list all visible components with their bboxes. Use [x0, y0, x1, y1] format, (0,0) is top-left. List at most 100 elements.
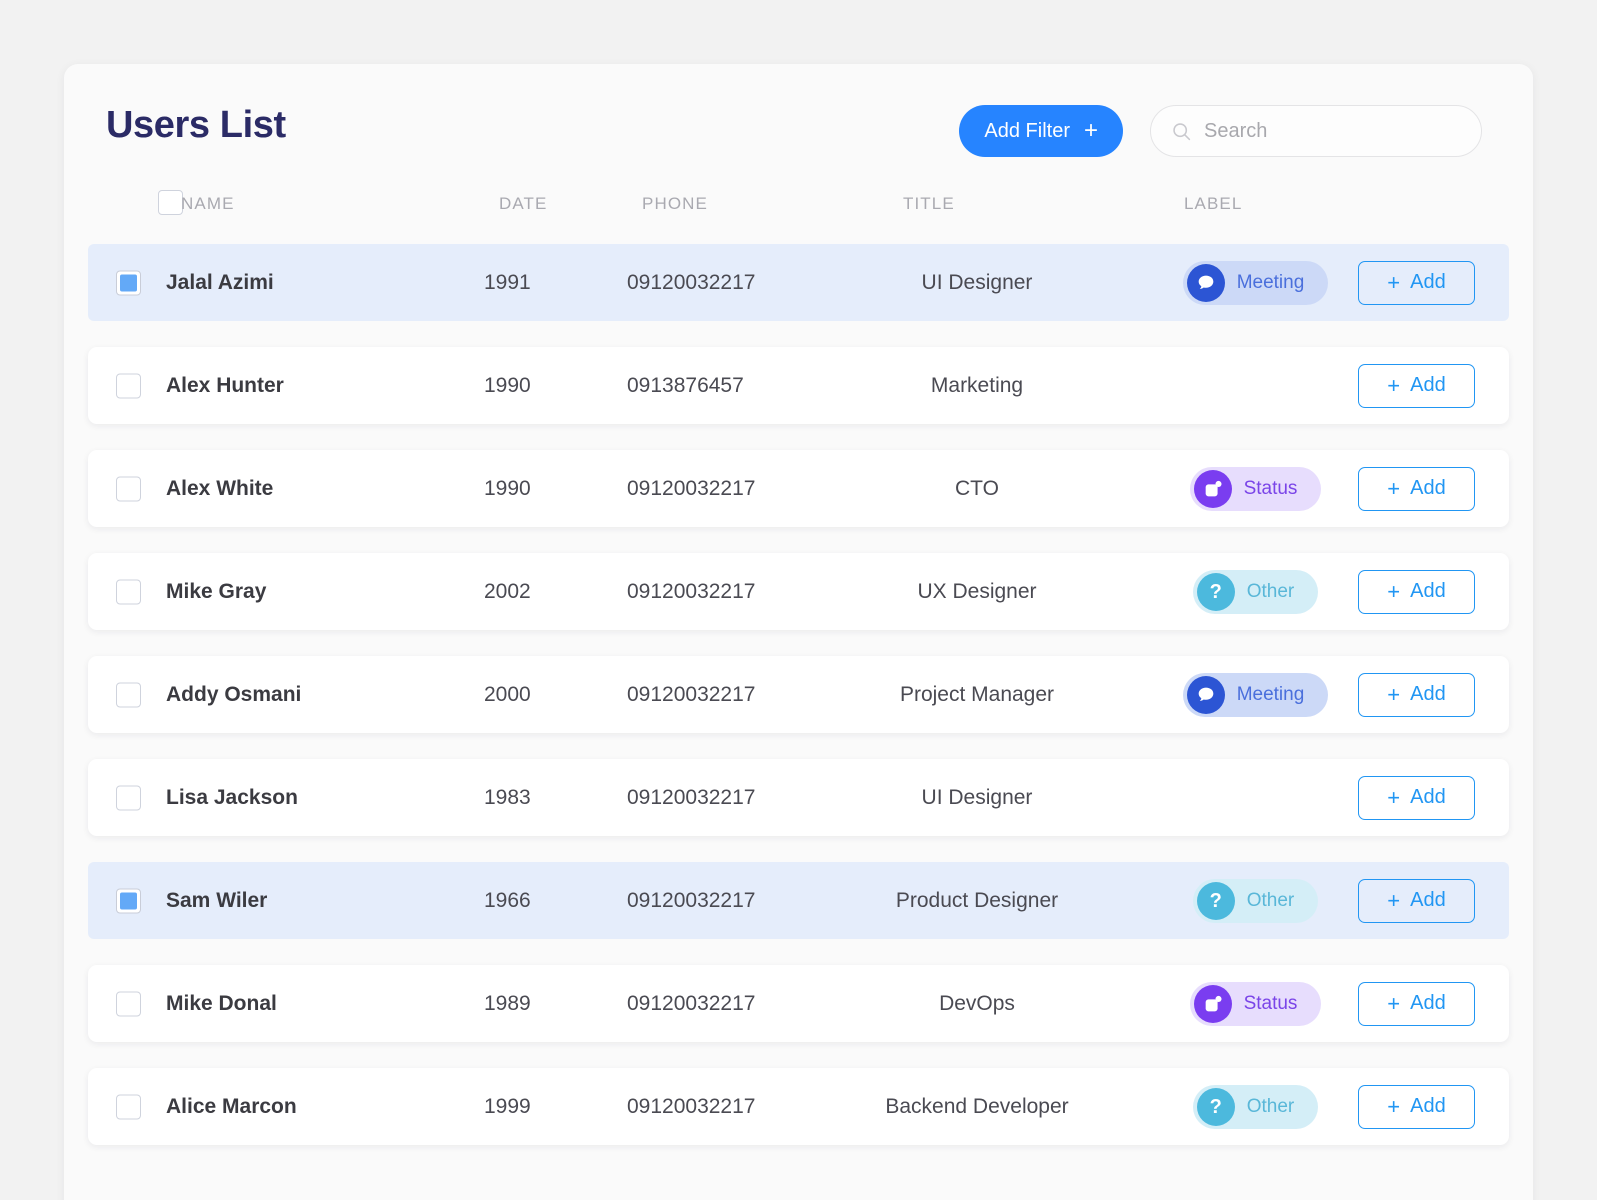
table-header-row: NAME DATE PHONE TITLE LABEL	[106, 190, 1491, 238]
add-button[interactable]: + Add	[1358, 466, 1475, 511]
cell-phone: 09120032217	[627, 270, 756, 294]
status-badge-label: Status	[1243, 477, 1298, 499]
cell-date: 2000	[484, 682, 531, 706]
cell-title: CTO	[955, 476, 999, 500]
row-checkbox[interactable]	[116, 682, 141, 707]
column-header-date: DATE	[499, 194, 548, 213]
cell-date: 1990	[484, 373, 531, 397]
question-mark-icon: ?	[1196, 881, 1235, 920]
add-button-label: Add	[1410, 889, 1446, 911]
row-checkbox-wrap[interactable]	[116, 991, 141, 1016]
status-badge[interactable]: ? Other	[1192, 1084, 1319, 1129]
status-badge[interactable]: ? Other	[1192, 878, 1319, 923]
add-button-label: Add	[1410, 271, 1446, 293]
row-checkbox-wrap[interactable]	[116, 1094, 141, 1119]
row-checkbox[interactable]	[116, 270, 141, 295]
column-header-name: NAME	[181, 194, 235, 213]
cell-title: Backend Developer	[885, 1094, 1069, 1118]
add-button[interactable]: + Add	[1358, 981, 1475, 1026]
table-row[interactable]: Sam Wiler 1966 09120032217 Product Designer…	[88, 862, 1509, 939]
add-button-label: Add	[1410, 580, 1446, 602]
page-title: Users List	[106, 104, 286, 146]
row-checkbox-wrap[interactable]	[116, 373, 141, 398]
table-row[interactable]: Lisa Jackson 1983 09120032217 UI Designer + A…	[88, 759, 1509, 836]
search-icon	[1173, 122, 1191, 140]
plus-icon: +	[1387, 1093, 1401, 1119]
status-badge[interactable]: Meeting	[1182, 260, 1329, 305]
cell-title: UI Designer	[921, 270, 1033, 294]
status-badge[interactable]: Meeting	[1182, 672, 1329, 717]
cell-date: 1983	[484, 785, 531, 809]
add-filter-label: Add Filter	[984, 119, 1070, 142]
table-row[interactable]: Jalal Azimi 1991 09120032217 UI Designer Mee…	[88, 244, 1509, 321]
add-button[interactable]: + Add	[1358, 1084, 1475, 1129]
question-mark-icon: ?	[1196, 1087, 1235, 1126]
add-button[interactable]: + Add	[1358, 569, 1475, 614]
chat-bubble-icon	[1186, 263, 1225, 302]
row-checkbox[interactable]	[116, 991, 141, 1016]
cell-phone: 09120032217	[627, 785, 756, 809]
search-box[interactable]	[1150, 105, 1482, 157]
search-input[interactable]	[1204, 119, 1469, 143]
users-table-body: Jalal Azimi 1991 09120032217 UI Designer Mee…	[64, 244, 1533, 1145]
row-checkbox-wrap[interactable]	[116, 579, 141, 604]
header-actions: Add Filter +	[959, 105, 1482, 157]
table-row[interactable]: Addy Osmani 2000 09120032217 Project Manage…	[88, 656, 1509, 733]
cell-label: ? Other	[1138, 569, 1373, 614]
note-badge-icon	[1205, 480, 1222, 496]
row-checkbox-wrap[interactable]	[116, 785, 141, 810]
app-root: Users List Add Filter + NAME	[0, 0, 1597, 1200]
cell-name: Jalal Azimi	[166, 270, 274, 294]
cell-name: Mike Gray	[166, 579, 267, 603]
status-badge-label: Other	[1246, 580, 1295, 602]
status-badge[interactable]: Status	[1189, 981, 1322, 1026]
add-button[interactable]: + Add	[1358, 672, 1475, 717]
cell-phone: 09120032217	[627, 682, 756, 706]
row-checkbox-wrap[interactable]	[116, 270, 141, 295]
row-checkbox-wrap[interactable]	[116, 682, 141, 707]
cell-label: ? Other	[1138, 1084, 1373, 1129]
cell-phone: 09120032217	[627, 579, 756, 603]
status-badge-label: Status	[1243, 992, 1298, 1014]
add-button[interactable]: + Add	[1358, 260, 1475, 305]
add-button[interactable]: + Add	[1358, 363, 1475, 408]
note-badge-icon	[1193, 469, 1232, 508]
note-badge-icon	[1205, 995, 1222, 1011]
select-all-checkbox[interactable]	[158, 190, 183, 215]
cell-label: ? Other	[1138, 878, 1373, 923]
table-row[interactable]: Mike Gray 2002 09120032217 UX Designer? Othe…	[88, 553, 1509, 630]
cell-phone: 0913876457	[627, 373, 744, 397]
cell-title: DevOps	[939, 991, 1015, 1015]
table-row[interactable]: Alex White 1990 09120032217 CTO Status + Add	[88, 450, 1509, 527]
cell-label: Status	[1138, 981, 1373, 1026]
row-checkbox[interactable]	[116, 373, 141, 398]
cell-phone: 09120032217	[627, 1094, 756, 1118]
add-button[interactable]: + Add	[1358, 878, 1475, 923]
row-checkbox[interactable]	[116, 579, 141, 604]
row-checkbox[interactable]	[116, 476, 141, 501]
select-all-checkbox-wrap[interactable]	[158, 190, 183, 215]
column-header-label: LABEL	[1184, 194, 1243, 213]
add-button[interactable]: + Add	[1358, 775, 1475, 820]
add-filter-button[interactable]: Add Filter +	[959, 105, 1123, 157]
table-row[interactable]: Mike Donal 1989 09120032217 DevOps Status + Ad…	[88, 965, 1509, 1042]
row-checkbox-wrap[interactable]	[116, 888, 141, 913]
status-badge[interactable]: Status	[1189, 466, 1322, 511]
row-checkbox[interactable]	[116, 1094, 141, 1119]
row-checkbox[interactable]	[116, 785, 141, 810]
table-row[interactable]: Alex Hunter 1990 0913876457 Marketing + Add	[88, 347, 1509, 424]
note-badge-icon	[1193, 984, 1232, 1023]
cell-name: Lisa Jackson	[166, 785, 298, 809]
table-row[interactable]: Alice Marcon 1999 09120032217 Backend Devel…	[88, 1068, 1509, 1145]
cell-date: 1999	[484, 1094, 531, 1118]
plus-icon: +	[1387, 372, 1401, 398]
column-header-phone: PHONE	[642, 194, 708, 213]
users-list-card: Users List Add Filter + NAME	[64, 64, 1533, 1200]
row-checkbox[interactable]	[116, 888, 141, 913]
card-header: Users List Add Filter +	[64, 64, 1533, 194]
add-button-label: Add	[1410, 477, 1446, 499]
status-badge[interactable]: ? Other	[1192, 569, 1319, 614]
cell-phone: 09120032217	[627, 476, 756, 500]
question-mark-icon: ?	[1209, 1095, 1222, 1118]
row-checkbox-wrap[interactable]	[116, 476, 141, 501]
